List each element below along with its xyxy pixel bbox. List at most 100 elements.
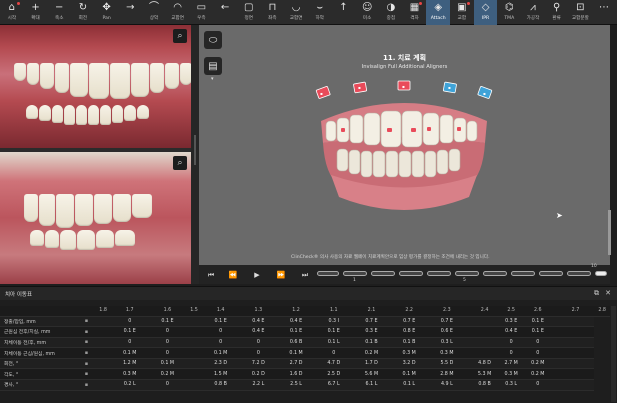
movement-value: 0 bbox=[503, 337, 519, 349]
3d-viewer[interactable]: ⬭ ▤ ▾ 11. 치료 계획 Invisalign Full Addition… bbox=[199, 25, 610, 265]
dental-model-3d[interactable]: ▪ ▪ ▪ ▪ ▪ bbox=[199, 25, 610, 265]
toolbar-button-zoom-out[interactable]: − 축소 bbox=[47, 0, 71, 25]
toolbar-label: 회전 bbox=[78, 16, 88, 21]
toolbar-button-arrow-up[interactable]: ↑ bbox=[332, 0, 356, 25]
toolbar-button-attachment[interactable]: ◈ Attach bbox=[426, 0, 451, 25]
movement-value: 0.8 B bbox=[465, 379, 504, 391]
column-header[interactable]: 1.8 bbox=[95, 306, 111, 317]
table-scrollbar[interactable] bbox=[611, 306, 616, 402]
table-row[interactable]: 경사, ° ▪ 0.2 L 0 0.8 B 2.2 L 2.5 L 6.7 L 6.1 L 0.1… bbox=[0, 379, 610, 391]
toolbar-button-occlusion[interactable]: ▣ 교합 bbox=[450, 0, 474, 25]
zoom-photo-button[interactable]: ⌕ bbox=[173, 156, 187, 170]
toolbar-button-right-view[interactable]: ▭ 우측 bbox=[190, 0, 214, 25]
column-header[interactable]: 2.2 bbox=[390, 306, 429, 317]
column-header[interactable]: 2.5 bbox=[503, 306, 519, 317]
close-icon[interactable]: ✕ bbox=[605, 289, 611, 297]
toolbar-button-pontic[interactable]: ⩘ 가공작 bbox=[521, 0, 545, 25]
column-header[interactable]: 1.6 bbox=[148, 306, 187, 317]
column-header[interactable] bbox=[0, 306, 78, 317]
panel-splitter[interactable] bbox=[191, 25, 199, 284]
stage-segment[interactable] bbox=[371, 271, 395, 276]
toolbar-button-ipr[interactable]: ◇ IPR bbox=[473, 0, 498, 25]
first-stage-button[interactable]: ⏮ bbox=[205, 269, 217, 281]
stage-segment[interactable] bbox=[567, 271, 591, 276]
table-row[interactable]: 각도, ° ▪ 0.3 M 0.2 M 1.5 M 0.2 D 1.6 D 2.5 D 5.6 … bbox=[0, 368, 610, 381]
prev-stage-button[interactable]: ⏪ bbox=[227, 269, 239, 281]
toolbar-button-occlusal-lower[interactable]: ◡ 교합면 bbox=[284, 0, 308, 25]
movement-type-icon: ▪ bbox=[77, 316, 96, 328]
toolbar-button-rotate[interactable]: ↻ 회전 bbox=[71, 0, 95, 25]
movement-value: 0.3 M bbox=[110, 368, 149, 381]
table-row[interactable]: 회전, ° ▪ 1.2 M 0.1 M 2.3 D 7.2 D 2.7 D 4.7 D 1.7 … bbox=[0, 358, 610, 370]
column-header[interactable]: 1.3 bbox=[239, 306, 278, 317]
movement-value: 4.9 L bbox=[428, 379, 466, 391]
movement-value bbox=[465, 347, 504, 359]
column-header[interactable]: 1.7 bbox=[110, 306, 149, 317]
movement-value: 0 bbox=[201, 326, 240, 338]
last-stage-button[interactable]: ⏭ bbox=[299, 269, 311, 281]
column-header[interactable]: 2.7 bbox=[556, 306, 595, 317]
table-row[interactable]: 치체이동 근심/원심, mm ▪ 0.1 M 0 0.1 M 0 0.1 M 0 0.2 M 0.… bbox=[0, 347, 610, 359]
column-header[interactable]: 1.5 bbox=[186, 306, 202, 317]
table-row[interactable]: 근원심 전후/치실, mm ▪ 0.1 E 0 0 0.4 E 0.1 E 0.1 E 0.3 … bbox=[0, 326, 610, 338]
stage-segment[interactable] bbox=[455, 271, 479, 276]
splitter-grip[interactable] bbox=[194, 135, 196, 165]
toolbar-button-front-view[interactable]: ▢ 정면 bbox=[237, 0, 261, 25]
column-header[interactable]: 1.2 bbox=[277, 306, 315, 317]
toolbar-button-arrow-right[interactable]: → bbox=[118, 0, 142, 25]
zoom-out-icon: − bbox=[55, 2, 64, 13]
column-header[interactable]: 2.8 bbox=[594, 306, 610, 317]
stage-segment[interactable] bbox=[511, 271, 535, 276]
toolbar-button-zoom-in[interactable]: + 확대 bbox=[24, 0, 48, 25]
stage-segment[interactable] bbox=[317, 271, 339, 276]
movement-value: 0 bbox=[110, 316, 149, 328]
play-button[interactable]: ▶ bbox=[251, 269, 263, 281]
stage-segment[interactable] bbox=[483, 271, 507, 276]
toolbar-label: 교합분할 bbox=[571, 16, 589, 21]
movement-value: 5.5 D bbox=[428, 358, 466, 370]
table-row[interactable]: 치체이동 전/후, mm ▪ 0 0 0 0 0.6 B 0.1 L 0.1 B 0.1 B 0.3… bbox=[0, 337, 610, 349]
stage-timeline: ⏮ ⏪ ▶ ⏩ ⏭ 1 5 10 bbox=[199, 264, 610, 284]
pontic-icon: ⩘ bbox=[530, 2, 536, 13]
zoom-photo-button[interactable]: ⌕ bbox=[173, 29, 187, 43]
toolbar-button-reflux[interactable]: ⚲ 환류 bbox=[545, 0, 569, 25]
toolbar-button-smile[interactable]: ☺ 미소 bbox=[355, 0, 379, 25]
toolbar-button-arrow-left[interactable]: ← bbox=[213, 0, 237, 25]
column-header[interactable]: 2.1 bbox=[352, 306, 391, 317]
column-header[interactable] bbox=[77, 306, 96, 317]
current-stage-segment[interactable] bbox=[595, 271, 607, 276]
column-header[interactable]: 2.6 bbox=[518, 306, 557, 317]
next-stage-button[interactable]: ⏩ bbox=[275, 269, 287, 281]
arrow-right-icon: → bbox=[126, 2, 135, 13]
table-row[interactable]: 정출/압입, mm ▪ 0 0.1 E 0.1 E 0.4 E 0.4 E 0.3 I 0.7 … bbox=[0, 316, 610, 328]
toolbar-button-overlay[interactable]: ◑ 중첩 bbox=[379, 0, 403, 25]
toolbar-button-occlusal[interactable]: ◠ 교합면 bbox=[166, 0, 190, 25]
stage-segment[interactable] bbox=[343, 271, 367, 276]
toolbar-button-pan[interactable]: ✥ Pan bbox=[95, 0, 119, 25]
toolbar-button-grid[interactable]: ▦ 격자 bbox=[403, 0, 427, 25]
toolbar-button-lower-arch[interactable]: ⌣ 하악 bbox=[308, 0, 332, 25]
viewer-scrollbar[interactable] bbox=[608, 210, 611, 255]
column-header[interactable]: 1.4 bbox=[201, 306, 240, 317]
intraoral-photo-frontal[interactable]: ⌕ bbox=[0, 25, 191, 148]
toolbar-button-left-view[interactable]: ⊓ 좌측 bbox=[261, 0, 285, 25]
toolbar-button-more[interactable]: ⋯ bbox=[592, 0, 616, 25]
toolbar-button-upper-arch[interactable]: ⌒ 상악 bbox=[142, 0, 166, 25]
stage-segment[interactable] bbox=[539, 271, 563, 276]
movement-value: 7.2 D bbox=[239, 358, 278, 370]
stage-segment[interactable] bbox=[427, 271, 451, 276]
toolbar-button-tma[interactable]: ⌬ TMA bbox=[497, 0, 521, 25]
movement-value: 0 bbox=[518, 379, 557, 391]
stage-segment[interactable] bbox=[399, 271, 423, 276]
toolbar-button-bite-split[interactable]: ⊡ 교합분할 bbox=[569, 0, 593, 25]
pan-icon: ✥ bbox=[102, 2, 111, 13]
column-header[interactable]: 2.4 bbox=[465, 306, 504, 317]
toolbar-button-home[interactable]: ⌂ 시작 bbox=[0, 0, 24, 25]
intraoral-photo-lateral[interactable]: ⌕ bbox=[0, 152, 191, 284]
copy-icon[interactable]: ⧉ bbox=[594, 289, 599, 298]
row-label: 정출/압입, mm bbox=[0, 316, 78, 328]
column-header[interactable]: 1.1 bbox=[314, 306, 353, 317]
column-header[interactable]: 2.3 bbox=[428, 306, 466, 317]
row-label: 각도, ° bbox=[0, 368, 78, 381]
mouse-cursor-icon: ➤ bbox=[556, 211, 563, 220]
